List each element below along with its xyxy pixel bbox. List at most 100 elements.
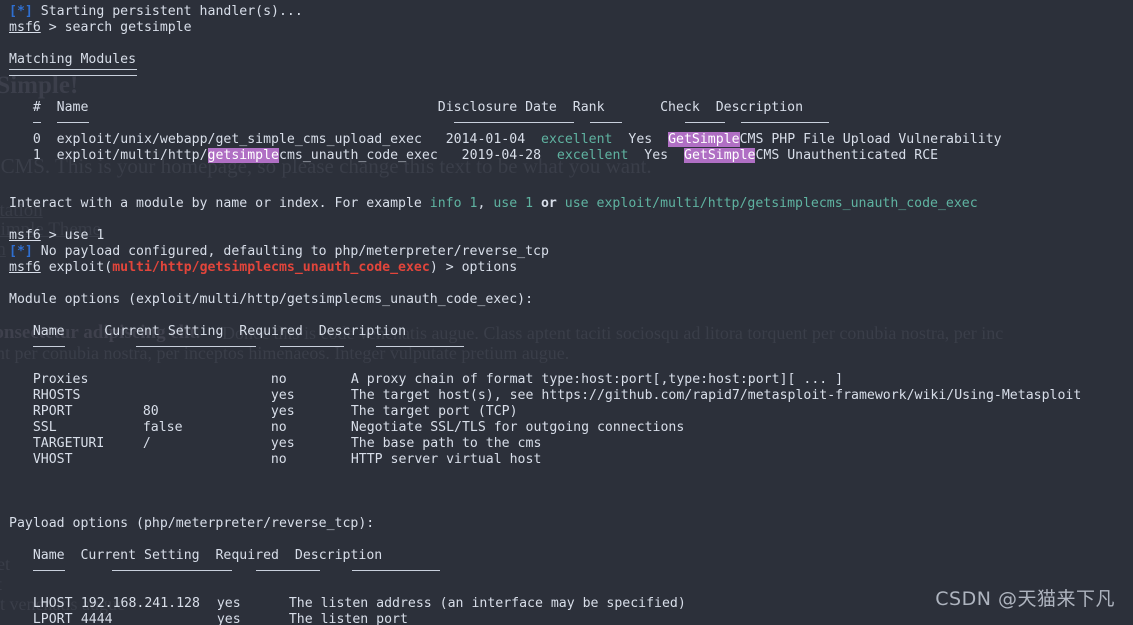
option-required: no [270, 452, 287, 467]
terminal-window[interactable]: tSimple! e CMS. This is your homepage, s… [0, 0, 1133, 625]
search-table-header: # Name Disclosure Date Rank Check Descri… [9, 100, 1133, 116]
col-header-description: Description [318, 324, 407, 339]
col-header-rank: Rank [572, 100, 605, 115]
col-header-required: Required [215, 548, 279, 563]
hint-command-use-index: use 1 [493, 196, 534, 211]
section-heading-module-options: Module options (exploit/multi/http/getsi… [9, 292, 1133, 308]
section-heading-matching-modules: Matching Modules [9, 52, 1133, 68]
table-row[interactable]: RHOSTS yes The target host(s), see https:/… [9, 388, 1133, 404]
hint-text: Interact with a module by name or index.… [9, 196, 430, 211]
command-text: > use 1 [40, 228, 105, 243]
col-header-required: Required [239, 324, 303, 339]
hint-command-use-full: use exploit/multi/http/getsimplecms_unau… [564, 196, 978, 211]
option-description: The target host(s), see https://github.c… [350, 388, 1082, 403]
option-description: A proxy chain of format type:host:port[,… [350, 372, 844, 387]
cell-description-highlight: GetSimple [668, 132, 740, 147]
cell-description: CMS PHP File Upload Vulnerability [739, 132, 1002, 147]
rule-date [453, 122, 574, 123]
module-options-rules [9, 340, 1133, 356]
option-required: yes [270, 388, 295, 403]
table-row[interactable]: LPORT 4444 yes The listen port [9, 612, 1133, 625]
rule-name [56, 122, 89, 123]
option-name: LPORT [32, 612, 73, 625]
info-marker: [*] [9, 4, 33, 19]
cell-description-highlight: GetSimple [684, 148, 756, 163]
rule-name [32, 570, 65, 571]
col-header-name: Name [32, 324, 65, 339]
option-name: RHOSTS [32, 388, 81, 403]
double-rule [9, 69, 137, 76]
col-header-check: Check [660, 100, 700, 115]
rule-description [741, 122, 830, 123]
cell-check: Yes [644, 148, 669, 163]
cell-name-prefix: exploit/multi/http/ [56, 148, 208, 163]
msf-prompt: msf6 [9, 20, 41, 35]
section-heading-payload-options: Payload options (php/meterpreter/reverse… [9, 516, 1133, 532]
option-description: Negotiate SSL/TLS for outgoing connectio… [350, 420, 685, 435]
table-row[interactable]: 1 exploit/multi/http/getsimplecms_unauth… [9, 148, 1133, 164]
rule-description [375, 346, 464, 347]
rule-setting [136, 346, 257, 347]
rule-setting [112, 570, 233, 571]
cell-name: exploit/unix/webapp/get_simple_cms_uploa… [56, 132, 422, 147]
cell-date: 2019-04-28 [461, 148, 542, 163]
rule-check [685, 122, 726, 123]
command-line-options: msf6 exploit(multi/http/getsimplecms_una… [9, 260, 518, 275]
rule-rank [589, 122, 622, 123]
command-text: > search getsimple [40, 20, 192, 35]
command-line-search: msf6 > search getsimple [9, 20, 1133, 36]
table-row[interactable]: TARGETURI / yes The base path to the cms [9, 436, 1133, 452]
cell-description: CMS Unauthenticated RCE [755, 148, 939, 163]
module-options-header: Name Current Setting Required Descriptio… [9, 324, 1133, 340]
col-header-setting: Current Setting [80, 548, 200, 563]
log-text: No payload configured, defaulting to php… [32, 244, 549, 259]
option-setting: 4444 [80, 612, 113, 625]
table-row[interactable]: VHOST no HTTP server virtual host [9, 452, 1133, 468]
cell-name-suffix: cms_unauth_code_exec [279, 148, 438, 163]
option-name: RPORT [32, 404, 73, 419]
log-line-no-payload: [*] No payload configured, defaulting to… [9, 244, 1133, 260]
col-header-index: # [32, 100, 41, 115]
log-line-handler-start: [*] Starting persistent handler(s)... [9, 4, 1133, 20]
option-name: Proxies [32, 372, 89, 387]
rule-description [352, 570, 441, 571]
option-name: SSL [32, 420, 57, 435]
cell-index: 1 [32, 148, 41, 163]
cell-check: Yes [628, 132, 653, 147]
table-row[interactable]: 0 exploit/unix/webapp/get_simple_cms_upl… [9, 132, 1133, 148]
cell-rank: excellent [556, 148, 629, 163]
option-setting: 80 [142, 404, 159, 419]
option-name: VHOST [32, 452, 73, 467]
table-row[interactable]: RPORT 80 yes The target port (TCP) [9, 404, 1133, 420]
cell-date: 2014-01-04 [445, 132, 526, 147]
col-header-setting: Current Setting [104, 324, 224, 339]
hint-command-info: info 1 [429, 196, 478, 211]
option-name: LHOST [32, 596, 73, 611]
section-title: Payload options (php/meterpreter/reverse… [9, 516, 375, 531]
search-table-rules [9, 116, 1133, 132]
command-text: ) > options [429, 260, 518, 275]
option-description: The listen port [288, 612, 408, 625]
section-title: Module options (exploit/multi/http/getsi… [9, 292, 534, 307]
cell-index: 0 [32, 132, 41, 147]
rule-required [256, 570, 321, 571]
col-header-description: Description [715, 100, 804, 115]
cell-name-highlight: getsimple [207, 148, 279, 163]
terminal-output[interactable]: [*] Starting persistent handler(s)... ms… [0, 0, 1133, 625]
option-setting: / [142, 436, 151, 451]
table-row[interactable]: SSL false no Negotiate SSL/TLS for outgoing… [9, 420, 1133, 436]
log-text: Starting persistent handler(s)... [32, 4, 303, 19]
rule-index [32, 122, 41, 123]
option-required: yes [216, 612, 241, 625]
table-row[interactable]: Proxies no A proxy chain of format type:ho… [9, 372, 1133, 388]
